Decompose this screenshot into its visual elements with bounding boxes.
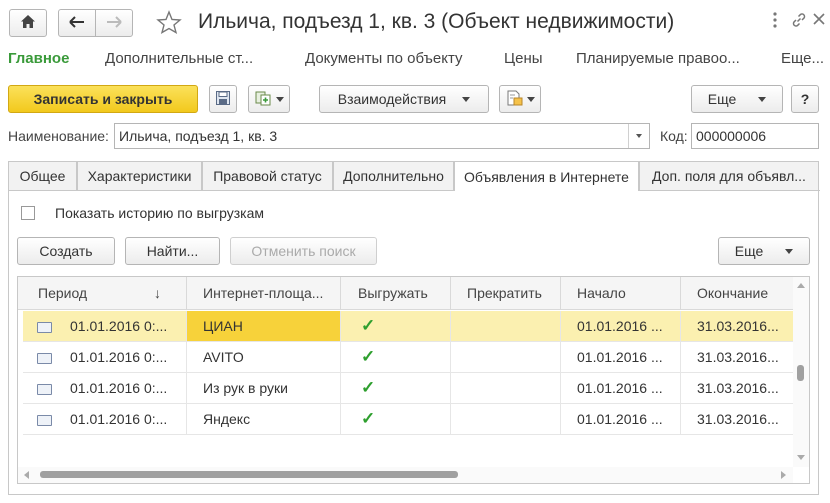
tab-internet-ads[interactable]: Объявления в Интернете [454, 161, 639, 191]
report-icon [506, 90, 524, 109]
table-row[interactable]: 01.01.2016 0:... ЦИАН ✓ 01.01.2016 ... 3… [23, 311, 793, 342]
more-button[interactable]: Еще [691, 85, 783, 113]
cell-end: 31.03.2016... [697, 349, 779, 365]
horizontal-scrollbar[interactable] [18, 467, 793, 483]
scroll-up-icon[interactable] [797, 283, 805, 288]
column-header-upload[interactable]: Выгружать [358, 285, 428, 301]
tab-characteristics[interactable]: Характеристики [77, 161, 202, 190]
check-icon: ✓ [361, 347, 376, 366]
tab-additional[interactable]: Дополнительно [333, 161, 454, 190]
create-based-on-button[interactable] [248, 85, 290, 113]
cell-start: 01.01.2016 ... [577, 380, 663, 396]
create-based-on-icon [255, 90, 273, 109]
record-icon [37, 384, 52, 395]
column-header-start[interactable]: Начало [577, 285, 626, 301]
cell-period: 01.01.2016 0:... [70, 349, 168, 365]
link-icon[interactable] [791, 12, 807, 31]
cell-platform: AVITO [203, 349, 244, 365]
sort-desc-icon: ↓ [154, 285, 161, 301]
code-input[interactable]: 000000006 [691, 123, 819, 149]
code-label: Код: [660, 128, 688, 144]
cell-platform: ЦИАН [187, 311, 340, 341]
scroll-left-icon[interactable] [24, 471, 29, 479]
record-icon [37, 415, 52, 426]
more-options-icon[interactable] [773, 12, 777, 31]
name-label: Наименование: [8, 128, 109, 144]
nav-more[interactable]: Еще... [781, 50, 824, 67]
cell-end: 31.03.2016... [697, 380, 779, 396]
cell-platform: Из рук в руки [203, 380, 288, 396]
cell-period: 01.01.2016 0:... [70, 380, 168, 396]
cell-start: 01.01.2016 ... [577, 349, 663, 365]
reports-button[interactable] [499, 85, 541, 113]
home-button[interactable] [9, 9, 47, 37]
nav-prices[interactable]: Цены [504, 50, 543, 67]
record-icon [37, 322, 52, 333]
tab-extra-ad-fields[interactable]: Доп. поля для объявл... [639, 161, 819, 190]
chevron-down-icon [275, 96, 284, 102]
column-header-platform[interactable]: Интернет-площа... [203, 285, 323, 301]
cell-platform: Яндекс [203, 411, 251, 427]
table-row[interactable]: 01.01.2016 0:... Яндекс ✓ 01.01.2016 ...… [23, 404, 793, 435]
table-more-button[interactable]: Еще [718, 237, 810, 265]
nav-documents[interactable]: Документы по объекту [305, 50, 463, 67]
scroll-right-icon[interactable] [781, 471, 786, 479]
cell-start: 01.01.2016 ... [577, 318, 663, 334]
history-label[interactable]: Показать историю по выгрузкам [55, 205, 264, 221]
history-checkbox[interactable] [21, 206, 35, 220]
name-input-value: Ильича, подъезд 1, кв. 3 [119, 128, 278, 144]
name-dropdown-button[interactable] [628, 124, 649, 148]
save-and-close-button[interactable]: Записать и закрыть [8, 85, 198, 113]
table-row[interactable]: 01.01.2016 0:... AVITO ✓ 01.01.2016 ... … [23, 342, 793, 373]
column-header-stop[interactable]: Прекратить [467, 285, 542, 301]
vertical-scrollbar[interactable] [793, 277, 809, 467]
table-row[interactable]: 01.01.2016 0:... Из рук в руки ✓ 01.01.2… [23, 373, 793, 404]
interactions-button[interactable]: Взаимодействия [319, 85, 489, 113]
chevron-down-icon [758, 96, 767, 102]
close-icon[interactable] [812, 12, 826, 29]
cell-end: 31.03.2016... [697, 318, 779, 334]
cell-start: 01.01.2016 ... [577, 411, 663, 427]
check-icon: ✓ [361, 409, 376, 428]
name-input[interactable]: Ильича, подъезд 1, кв. 3 [114, 123, 650, 149]
scroll-thumb[interactable] [797, 365, 804, 381]
record-icon [37, 353, 52, 364]
tab-legal-status[interactable]: Правовой статус [202, 161, 333, 190]
chevron-down-icon [462, 96, 471, 102]
horizontal-scroll-thumb[interactable] [40, 471, 458, 478]
nav-main[interactable]: Главное [8, 50, 69, 67]
create-button[interactable]: Создать [17, 237, 115, 265]
nav-additional-details[interactable]: Дополнительные ст... [105, 50, 253, 67]
check-icon: ✓ [361, 316, 376, 335]
arrow-left-icon [69, 15, 85, 31]
window-title: Ильича, подъезд 1, кв. 3 (Объект недвижи… [198, 10, 675, 33]
favorite-star-icon[interactable] [156, 10, 182, 37]
help-button[interactable]: ? [791, 85, 819, 113]
check-icon: ✓ [361, 378, 376, 397]
cell-end: 31.03.2016... [697, 411, 779, 427]
tab-general[interactable]: Общее [8, 161, 77, 190]
chevron-down-icon [636, 134, 642, 138]
chevron-down-icon [526, 96, 535, 102]
arrow-right-icon [106, 15, 122, 31]
save-button[interactable] [209, 85, 237, 113]
column-header-period[interactable]: Период [38, 285, 87, 301]
scroll-down-icon[interactable] [797, 455, 805, 460]
nav-planned-rights[interactable]: Планируемые правоо... [576, 50, 740, 67]
column-header-end[interactable]: Окончание [697, 285, 768, 301]
code-input-value: 000000006 [696, 128, 767, 144]
cell-period: 01.01.2016 0:... [70, 411, 168, 427]
forward-button[interactable] [95, 9, 133, 37]
cancel-search-button[interactable]: Отменить поиск [230, 237, 377, 265]
home-icon [20, 14, 36, 32]
find-button[interactable]: Найти... [125, 237, 220, 265]
floppy-disk-icon [215, 90, 231, 109]
chevron-down-icon [785, 248, 794, 254]
cell-period: 01.01.2016 0:... [70, 318, 168, 334]
back-button[interactable] [58, 9, 96, 37]
